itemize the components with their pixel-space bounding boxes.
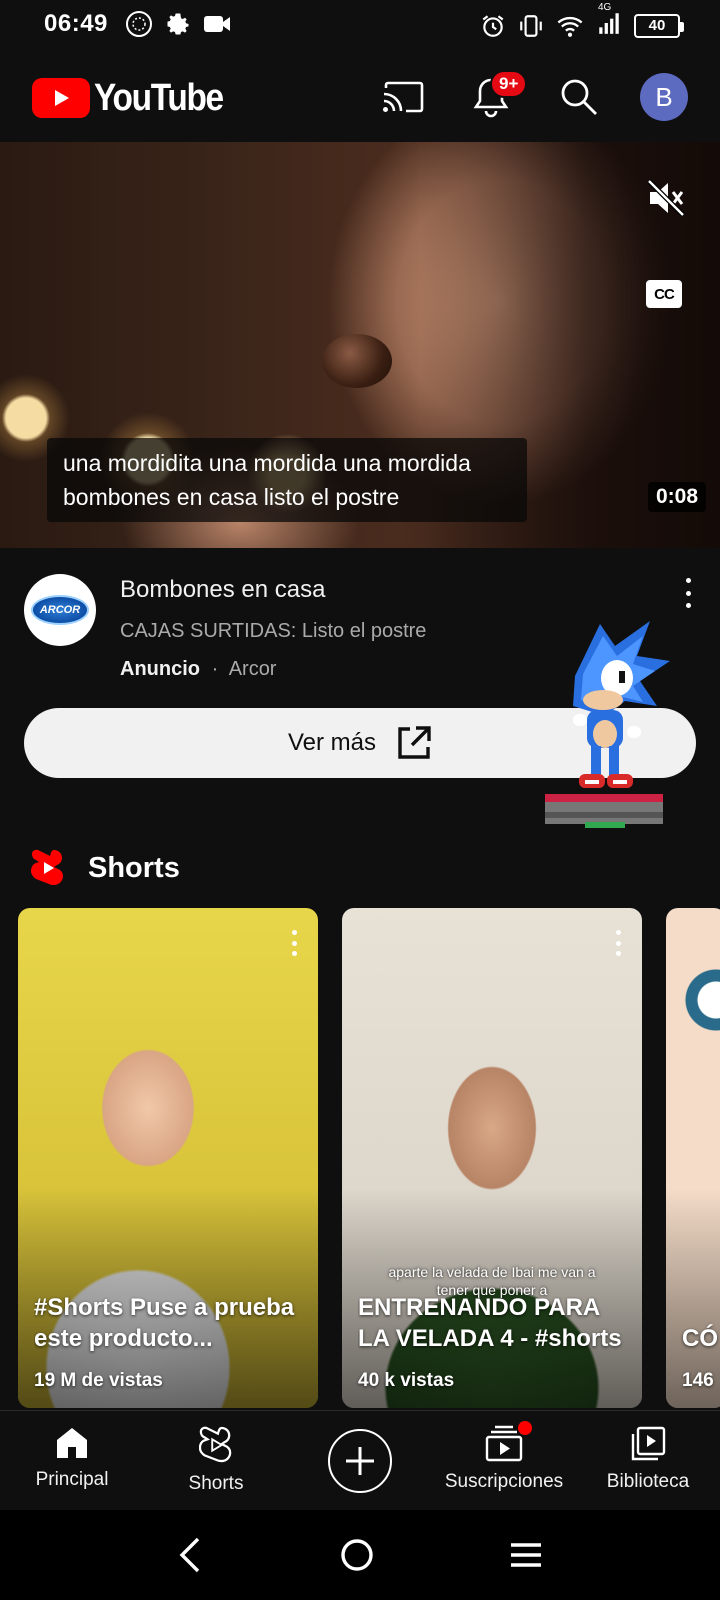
video-caption: una mordidita una mordida una mordida bo…: [47, 438, 527, 522]
cc-label: CC: [654, 285, 675, 303]
short-title: CÓ EL I: [682, 1323, 720, 1354]
app-notification-icon: [125, 11, 152, 37]
shorts-section-header: Shorts: [30, 848, 180, 888]
sonic-sprite-overlay: [545, 621, 670, 828]
ad-meta: Anuncio · Arcor: [120, 658, 276, 681]
search-button[interactable]: [552, 70, 606, 124]
search-icon: [561, 79, 597, 115]
nav-item-create[interactable]: [288, 1411, 432, 1510]
notifications-button[interactable]: 9+: [464, 70, 528, 124]
short-card[interactable]: #Shorts Puse a prueba este producto... 1…: [18, 908, 318, 1408]
status-notification-icons: [124, 9, 232, 39]
more-vert-icon: [292, 930, 297, 935]
recents-menu-icon[interactable]: [508, 1540, 544, 1570]
shorts-carousel[interactable]: #Shorts Puse a prueba este producto... 1…: [18, 908, 720, 1408]
short-card[interactable]: aparte la velada de Ibai me van a tener …: [342, 908, 642, 1408]
library-icon: [631, 1426, 666, 1461]
play-logo-icon: [32, 78, 90, 118]
short-title-text: #Shorts Puse a prueba este producto...: [34, 1294, 295, 1352]
short-title-text: ENTRENANDO PARA LA VELADA 4 - #shorts: [358, 1294, 622, 1352]
advertiser-logo[interactable]: ARCOR: [24, 574, 96, 646]
nav-label: Biblioteca: [606, 1471, 690, 1492]
cast-icon: [383, 81, 424, 113]
new-content-dot: [518, 1421, 532, 1435]
short-more-button[interactable]: [292, 930, 298, 956]
sponsored-label: Anuncio: [120, 658, 200, 680]
open-external-icon: [398, 726, 431, 759]
avatar-letter: B: [655, 81, 673, 112]
ad-video-player[interactable]: CC una mordidita una mordida una mordida…: [0, 142, 720, 548]
mute-button[interactable]: [646, 178, 686, 223]
home-icon: [57, 1428, 87, 1458]
shorts-section-title: Shorts: [88, 851, 180, 884]
battery-level: 40: [648, 17, 666, 34]
short-title: ENTRENANDO PARA LA VELADA 4 - #shorts: [358, 1292, 630, 1354]
caption-line-2: bombones en casa listo el postre: [63, 484, 400, 510]
advertiser-name: Arcor: [228, 658, 277, 680]
nav-label: Principal: [35, 1469, 109, 1490]
short-views: 40 k vistas: [358, 1370, 455, 1391]
nav-item-principal[interactable]: Principal: [0, 1411, 144, 1510]
cast-button[interactable]: [376, 70, 430, 124]
short-title: #Shorts Puse a prueba este producto...: [34, 1292, 306, 1354]
appbar-actions: 9+ B: [376, 70, 688, 124]
arcor-logo-mark: ARCOR: [31, 595, 89, 625]
more-vert-icon: [616, 930, 621, 935]
video-duration: 0:08: [647, 482, 706, 512]
nav-item-biblioteca[interactable]: Biblioteca: [576, 1411, 720, 1510]
alarm-icon: [482, 14, 504, 37]
shorts-icon: [199, 1426, 232, 1463]
bottom-navigation: Principal Shorts Suscripciones Bibliotec…: [0, 1410, 720, 1510]
video-frame-detail: [322, 334, 392, 388]
settings-gear-icon: [167, 13, 189, 35]
caption-line-1: una mordidita una mordida una mordida: [63, 450, 471, 476]
ad-title[interactable]: Bombones en casa: [120, 576, 325, 604]
short-views: 146: [682, 1370, 714, 1391]
short-more-button[interactable]: [616, 930, 622, 956]
back-icon[interactable]: [176, 1535, 206, 1575]
nav-item-shorts[interactable]: Shorts: [144, 1411, 288, 1510]
short-title-text: CÓ EL I: [682, 1325, 720, 1352]
nav-label: Suscripciones: [444, 1471, 564, 1492]
notification-badge: 9+: [490, 70, 528, 98]
status-bar: 06:49 4G 40: [0, 0, 720, 48]
battery-indicator: 40: [634, 13, 684, 38]
shorts-logo-icon: [31, 849, 63, 885]
vibrate-icon: [520, 14, 542, 37]
video-camera-icon: [203, 16, 230, 32]
youtube-wordmark: YouTube: [94, 76, 224, 119]
ad-subtitle: CAJAS SURTIDAS: Listo el postre: [120, 620, 427, 642]
volume-off-icon: [647, 179, 685, 217]
wifi-icon: [557, 16, 583, 37]
nav-label: Shorts: [188, 1473, 244, 1494]
status-system-icons: 4G 40: [480, 2, 684, 41]
cell-signal: 4G: [596, 2, 622, 41]
youtube-logo[interactable]: YouTube: [32, 77, 240, 120]
create-icon: [346, 1447, 374, 1475]
cta-label: Ver más: [287, 729, 377, 756]
nav-item-suscripciones[interactable]: Suscripciones: [432, 1411, 576, 1510]
short-card[interactable]: CÓ EL I 146: [666, 908, 720, 1408]
ad-more-button[interactable]: [678, 578, 698, 608]
closed-captions-button[interactable]: CC: [646, 280, 682, 308]
account-avatar[interactable]: B: [640, 73, 688, 121]
more-vert-icon: [685, 578, 691, 583]
network-type: 4G: [598, 2, 612, 13]
system-navigation-bar: [0, 1510, 720, 1600]
top-app-bar: YouTube 9+ B: [0, 56, 720, 140]
home-circle-icon[interactable]: [339, 1537, 375, 1573]
create-button[interactable]: [328, 1429, 392, 1493]
status-time: 06:49: [44, 10, 108, 37]
meta-separator: ·: [211, 658, 219, 680]
short-views: 19 M de vistas: [34, 1370, 163, 1391]
signal-bars-icon: [599, 13, 619, 34]
